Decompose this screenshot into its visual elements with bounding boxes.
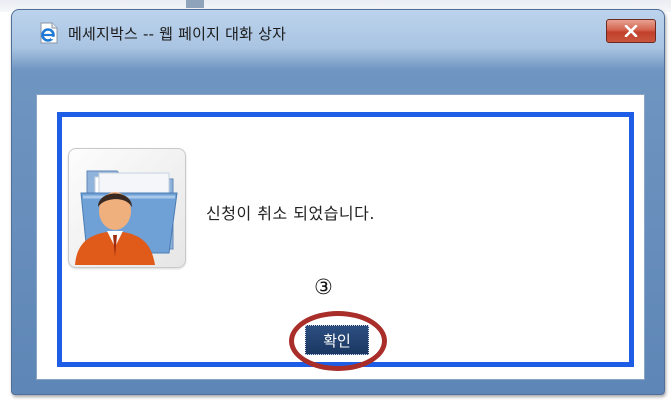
highlight-ring [289,311,387,371]
step-marker: ③ [314,275,333,299]
close-icon [624,25,638,37]
window-title: 메세지박스 -- 웹 페이지 대화 상자 [68,25,287,43]
background-tab [186,0,204,8]
close-button[interactable] [606,19,656,43]
ie-page-icon [40,22,58,44]
user-folder-icon [68,148,186,268]
message-text: 신청이 취소 되었습니다. [206,204,375,223]
